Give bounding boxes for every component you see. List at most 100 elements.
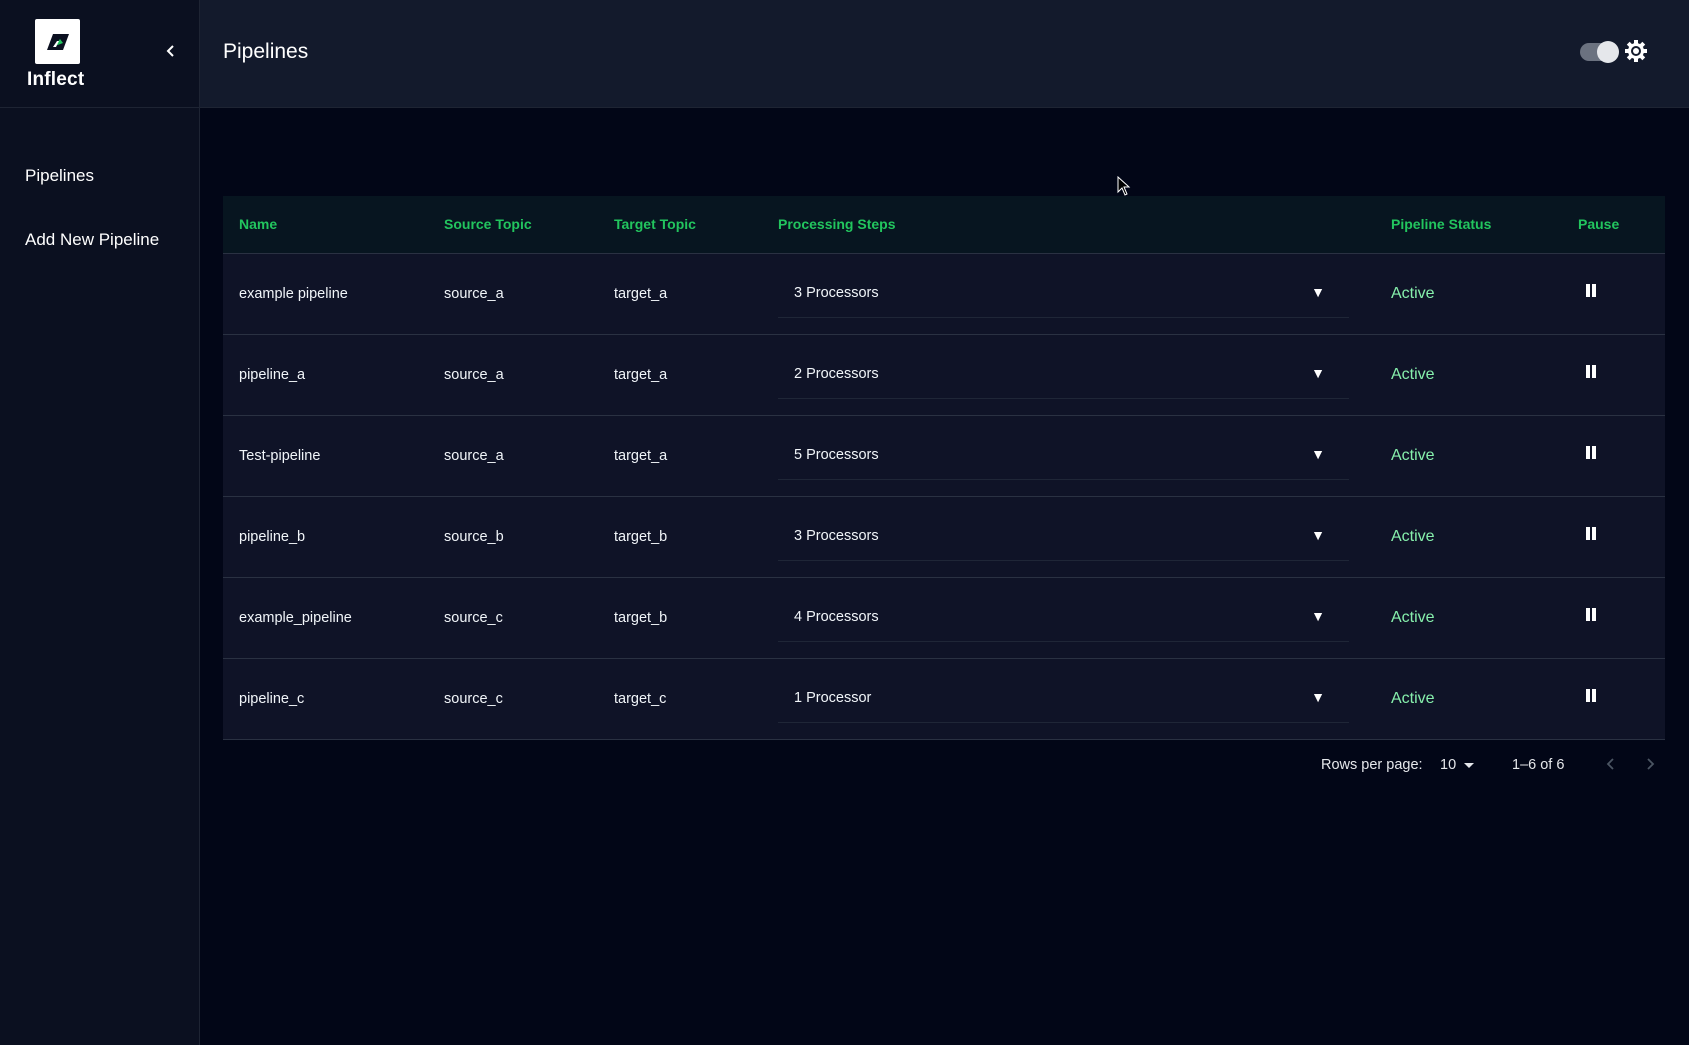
pause-button[interactable] <box>1581 280 1601 300</box>
cell-target-topic: target_a <box>598 415 762 497</box>
cell-processing-steps: 5 Processors ▼ <box>762 415 1375 497</box>
column-header-target-topic[interactable]: Target Topic <box>598 196 762 254</box>
column-header-processing-steps[interactable]: Processing Steps <box>762 196 1375 254</box>
chevron-right-icon <box>1647 758 1655 770</box>
dropdown-arrow-icon: ▼ <box>1311 688 1325 705</box>
cell-pipeline-status: Active <box>1375 658 1562 740</box>
app-root: Inflect Pipelines Add New Pipeline Pipel… <box>0 0 1689 1045</box>
pause-icon <box>1592 364 1596 378</box>
column-header-pipeline-status[interactable]: Pipeline Status <box>1375 196 1562 254</box>
table-row[interactable]: pipeline_b source_b target_b 3 Processors ▼ A… <box>223 496 1665 578</box>
cell-source-topic: source_c <box>428 658 598 740</box>
dropdown-arrow-icon: ▼ <box>1311 607 1325 624</box>
page-title: Pipelines <box>223 40 309 63</box>
table-row[interactable]: pipeline_a source_a target_a 2 Processors ▼ A… <box>223 334 1665 416</box>
brand-name: Inflect <box>27 69 85 90</box>
status-badge: Active <box>1391 446 1435 464</box>
cell-source-topic: source_a <box>428 253 598 335</box>
dropdown-arrow-icon: ▼ <box>1311 283 1325 300</box>
processing-steps-select[interactable]: 3 Processors ▼ <box>778 270 1349 318</box>
processing-steps-value: 4 Processors <box>794 608 879 625</box>
cell-processing-steps: 2 Processors ▼ <box>762 334 1375 416</box>
cell-name: pipeline_b <box>223 496 428 578</box>
cell-pause <box>1562 415 1665 497</box>
column-header-source-topic[interactable]: Source Topic <box>428 196 598 254</box>
pause-icon <box>1586 283 1590 297</box>
pause-button[interactable] <box>1581 361 1601 381</box>
pagination-range: 1–6 of 6 <box>1512 757 1565 773</box>
cell-processing-steps: 4 Processors ▼ <box>762 577 1375 659</box>
cell-pipeline-status: Active <box>1375 577 1562 659</box>
cell-processing-steps: 3 Processors ▼ <box>762 253 1375 335</box>
cell-target-topic: target_b <box>598 496 762 578</box>
table-row[interactable]: pipeline_c source_c target_c 1 Processor ▼ Ac… <box>223 658 1665 740</box>
sidebar-nav: Pipelines Add New Pipeline <box>0 108 199 272</box>
cell-pipeline-status: Active <box>1375 415 1562 497</box>
top-bar: Pipelines <box>200 0 1689 108</box>
pagination: Rows per page: 10 1–6 of 6 <box>223 740 1665 790</box>
cell-pause <box>1562 577 1665 659</box>
cell-name: example_pipeline <box>223 577 428 659</box>
processing-steps-value: 5 Processors <box>794 446 879 463</box>
pause-button[interactable] <box>1581 523 1601 543</box>
cell-target-topic: target_a <box>598 334 762 416</box>
pause-icon <box>1586 688 1590 702</box>
rows-per-page-select[interactable]: 10 <box>1440 757 1475 773</box>
processing-steps-value: 1 Processor <box>794 689 872 706</box>
caret-down-icon <box>1464 762 1475 768</box>
inflect-logo-icon[interactable] <box>35 19 80 64</box>
rows-per-page-label: Rows per page: <box>1321 757 1423 773</box>
gear-icon <box>1625 40 1647 62</box>
cell-source-topic: source_b <box>428 496 598 578</box>
cell-source-topic: source_a <box>428 334 598 416</box>
pause-icon <box>1592 526 1596 540</box>
rows-per-page-value: 10 <box>1440 757 1457 773</box>
theme-toggle[interactable] <box>1580 41 1619 63</box>
processing-steps-select[interactable]: 5 Processors ▼ <box>778 432 1349 480</box>
cell-pause <box>1562 334 1665 416</box>
pipelines-table: Name Source Topic Target Topic Processin… <box>223 196 1665 740</box>
table-body: example pipeline source_a target_a 3 Proces… <box>223 253 1665 740</box>
sidebar-item-pipelines[interactable]: Pipelines <box>0 144 199 208</box>
cell-processing-steps: 1 Processor ▼ <box>762 658 1375 740</box>
collapse-sidebar-button[interactable] <box>162 42 180 60</box>
cell-target-topic: target_a <box>598 253 762 335</box>
sidebar: Inflect Pipelines Add New Pipeline <box>0 0 200 1045</box>
pause-button[interactable] <box>1581 442 1601 462</box>
status-badge: Active <box>1391 284 1435 302</box>
previous-page-button[interactable] <box>1601 754 1621 774</box>
pause-icon <box>1586 445 1590 459</box>
next-page-button[interactable] <box>1640 754 1660 774</box>
cell-processing-steps: 3 Processors ▼ <box>762 496 1375 578</box>
cell-pipeline-status: Active <box>1375 496 1562 578</box>
column-header-pause[interactable]: Pause <box>1562 196 1665 254</box>
status-badge: Active <box>1391 527 1435 545</box>
table-row[interactable]: example_pipeline source_c target_b 4 Proces… <box>223 577 1665 659</box>
pause-button[interactable] <box>1581 685 1601 705</box>
cell-target-topic: target_b <box>598 577 762 659</box>
processing-steps-value: 3 Processors <box>794 284 879 301</box>
pause-button[interactable] <box>1581 604 1601 624</box>
processing-steps-select[interactable]: 2 Processors ▼ <box>778 351 1349 399</box>
cell-pause <box>1562 496 1665 578</box>
table-row[interactable]: example pipeline source_a target_a 3 Proces… <box>223 253 1665 335</box>
processing-steps-value: 3 Processors <box>794 527 879 544</box>
pause-icon <box>1592 283 1596 297</box>
pause-icon <box>1592 445 1596 459</box>
processing-steps-select[interactable]: 4 Processors ▼ <box>778 594 1349 642</box>
pause-icon <box>1586 607 1590 621</box>
settings-button[interactable] <box>1624 39 1648 63</box>
toggle-knob <box>1597 41 1619 63</box>
cell-name: Test-pipeline <box>223 415 428 497</box>
sidebar-item-add-new-pipeline[interactable]: Add New Pipeline <box>0 208 199 272</box>
table-row[interactable]: Test-pipeline source_a target_a 5 Processor… <box>223 415 1665 497</box>
cell-pause <box>1562 658 1665 740</box>
processing-steps-select[interactable]: 3 Processors ▼ <box>778 513 1349 561</box>
status-badge: Active <box>1391 689 1435 707</box>
processing-steps-select[interactable]: 1 Processor ▼ <box>778 675 1349 723</box>
cell-pause <box>1562 253 1665 335</box>
dropdown-arrow-icon: ▼ <box>1311 364 1325 381</box>
pause-icon <box>1586 526 1590 540</box>
cell-name: pipeline_c <box>223 658 428 740</box>
column-header-name[interactable]: Name <box>223 196 428 254</box>
